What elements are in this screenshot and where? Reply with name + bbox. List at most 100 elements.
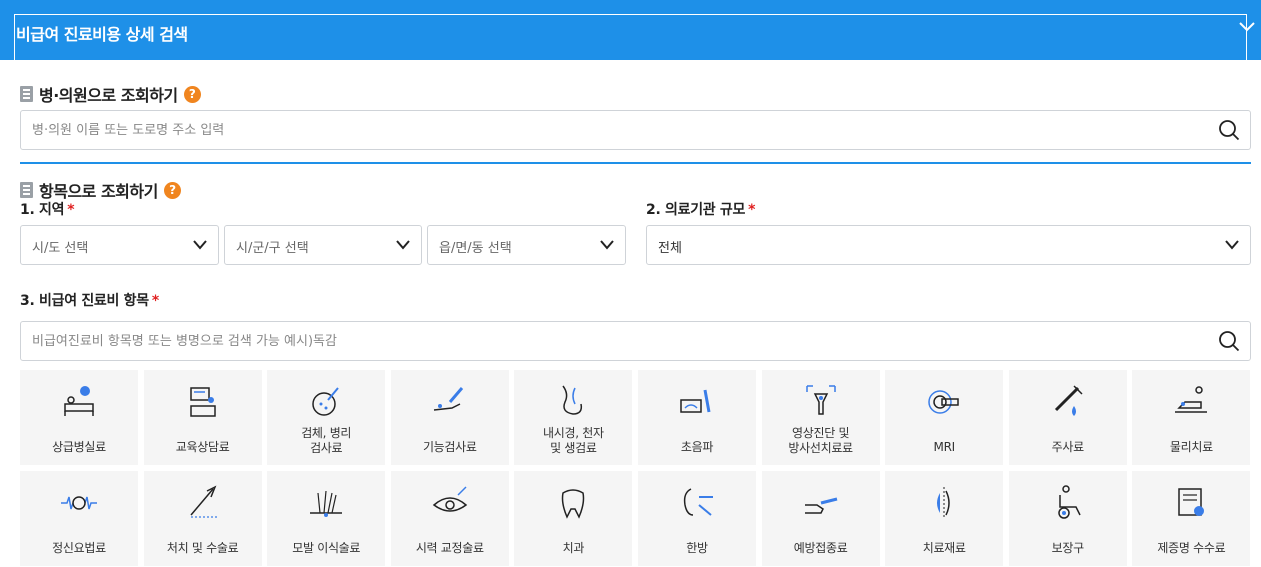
help-icon[interactable]: ?	[163, 181, 181, 199]
wheelchair-icon	[1058, 485, 1081, 519]
category-label-line1: 기능검사료	[422, 440, 477, 454]
category-label-line1: 상급병실료	[52, 440, 106, 454]
sido-select[interactable]: 시/도 선택	[20, 225, 219, 265]
arm-test-icon	[433, 387, 463, 411]
chevron-down-icon	[600, 240, 614, 250]
category-label-line1: 보장구	[1051, 541, 1085, 555]
scale-select-value: 전체	[658, 241, 682, 256]
help-icon[interactable]: ?	[183, 85, 201, 103]
category-tile[interactable]: 치과	[514, 471, 633, 566]
category-label: 보장구	[1009, 541, 1127, 556]
category-tile[interactable]: MRI	[885, 370, 1004, 465]
item-search-box	[20, 321, 1251, 361]
panel-title: 비급여 진료비용 상세 검색	[16, 25, 188, 44]
category-tile[interactable]: 예방접종료	[761, 471, 880, 566]
syringe-icon	[1054, 385, 1083, 416]
category-label: 치과	[514, 541, 632, 556]
category-label: 기능검사료	[391, 440, 509, 455]
category-label: 모발 이식술료	[267, 541, 385, 556]
material-icon	[937, 487, 950, 519]
item-label: 3. 비급여 진료비 항목 *	[20, 290, 159, 310]
building-icon	[20, 86, 33, 102]
category-label: 제증명 수수료	[1132, 541, 1250, 556]
category-tile[interactable]: 교육상담료	[143, 370, 262, 465]
search-icon[interactable]	[1218, 330, 1240, 352]
category-tile[interactable]: 상급병실료	[20, 370, 138, 465]
category-label-line1: 초음파	[680, 440, 714, 454]
category-tile[interactable]: 치료재료	[885, 471, 1004, 566]
category-label-line1: 예방접종료	[793, 541, 848, 555]
category-label-line1: 내시경, 천자	[543, 426, 604, 440]
bed-icon	[64, 386, 94, 416]
category-label: 한방	[638, 541, 756, 556]
category-label: 검체, 병리 검사료	[267, 426, 385, 456]
category-label-line2: 방사선치료료	[788, 441, 853, 455]
category-tile[interactable]: 제증명 수수료	[1132, 471, 1251, 566]
list-icon	[20, 182, 33, 198]
consult-icon	[189, 387, 216, 417]
eupmyeondong-select-value: 읍/면/동 선택	[439, 241, 512, 256]
category-label-line1: 주사료	[1051, 440, 1085, 454]
search-icon[interactable]	[1218, 119, 1240, 141]
category-label: 교육상담료	[144, 440, 262, 455]
category-label-line1: 물리치료	[1169, 440, 1213, 454]
required-mark: *	[67, 202, 75, 218]
category-tile[interactable]: 물리치료	[1132, 370, 1251, 465]
hospital-search-box	[20, 110, 1251, 150]
chevron-down-icon	[1225, 240, 1239, 250]
ultrasound-icon	[680, 389, 711, 413]
required-mark: *	[151, 293, 159, 309]
region-label-text: 1. 지역	[20, 202, 65, 218]
category-label-line2: 및 생검료	[550, 441, 597, 455]
physio-icon	[1175, 386, 1208, 413]
category-tile[interactable]: 모발 이식술료	[267, 471, 386, 566]
category-label: 주사료	[1009, 440, 1127, 455]
tooth-icon	[562, 489, 585, 519]
category-tile[interactable]: 처치 및 수술료	[143, 471, 262, 566]
category-label-line2: 검사료	[310, 441, 343, 455]
category-tile[interactable]: 검체, 병리 검사료	[267, 370, 386, 465]
brain-wave-icon	[61, 496, 97, 510]
scale-label-text: 2. 의료기관 규모	[646, 202, 746, 218]
category-tile[interactable]: 시력 교정술료	[390, 471, 509, 566]
vaccine-icon	[804, 497, 837, 514]
category-label-line1: 교육상담료	[175, 440, 230, 454]
category-grid: 상급병실료 교육상담료 검체, 병리 검사료 기능검사료 내시경, 천자 및 생검료 초음파 영…	[20, 370, 1261, 567]
hospital-search-input[interactable]	[32, 120, 1202, 140]
category-label-line1: 정신요법료	[52, 541, 106, 555]
required-mark: *	[748, 202, 756, 218]
scalpel-icon	[190, 485, 217, 518]
category-tile[interactable]: 주사료	[1008, 370, 1127, 465]
item-search-input[interactable]	[32, 331, 1202, 351]
category-tile[interactable]: 한방	[638, 471, 756, 566]
region-label: 1. 지역 *	[20, 199, 75, 219]
category-label: 예방접종료	[762, 541, 880, 556]
endoscope-icon	[562, 385, 583, 415]
sigungu-select-value: 시/군/구 선택	[236, 241, 309, 256]
sigungu-select[interactable]: 시/군/구 선택	[224, 225, 422, 265]
search-panel-header[interactable]: 비급여 진료비용 상세 검색	[0, 0, 1261, 60]
category-label-line1: 검체, 병리	[301, 426, 352, 440]
xray-icon	[805, 385, 836, 415]
category-label: 시력 교정술료	[391, 541, 509, 556]
category-label: MRI	[885, 440, 1003, 455]
header-frame: 비급여 진료비용 상세 검색	[14, 14, 1247, 60]
category-tile[interactable]: 초음파	[638, 370, 756, 465]
chevron-down-icon[interactable]	[1238, 20, 1256, 34]
institution-scale-select[interactable]: 전체	[646, 225, 1251, 265]
category-label: 내시경, 천자 및 생검료	[514, 426, 632, 456]
category-label: 영상진단 및 방사선치료료	[762, 426, 880, 456]
chevron-down-icon	[193, 240, 207, 250]
mri-icon	[928, 390, 959, 414]
category-tile[interactable]: 정신요법료	[20, 471, 138, 566]
category-tile[interactable]: 보장구	[1008, 471, 1127, 566]
category-tile[interactable]: 영상진단 및 방사선치료료	[761, 370, 880, 465]
category-label: 정신요법료	[20, 541, 138, 556]
petri-icon	[312, 387, 339, 416]
section-divider	[20, 162, 1251, 164]
category-tile[interactable]: 기능검사료	[390, 370, 509, 465]
category-tile[interactable]: 내시경, 천자 및 생검료	[514, 370, 633, 465]
eupmyeondong-select[interactable]: 읍/면/동 선택	[427, 225, 626, 265]
category-label-line1: 영상진단 및	[791, 426, 850, 440]
category-label: 물리치료	[1132, 440, 1250, 455]
